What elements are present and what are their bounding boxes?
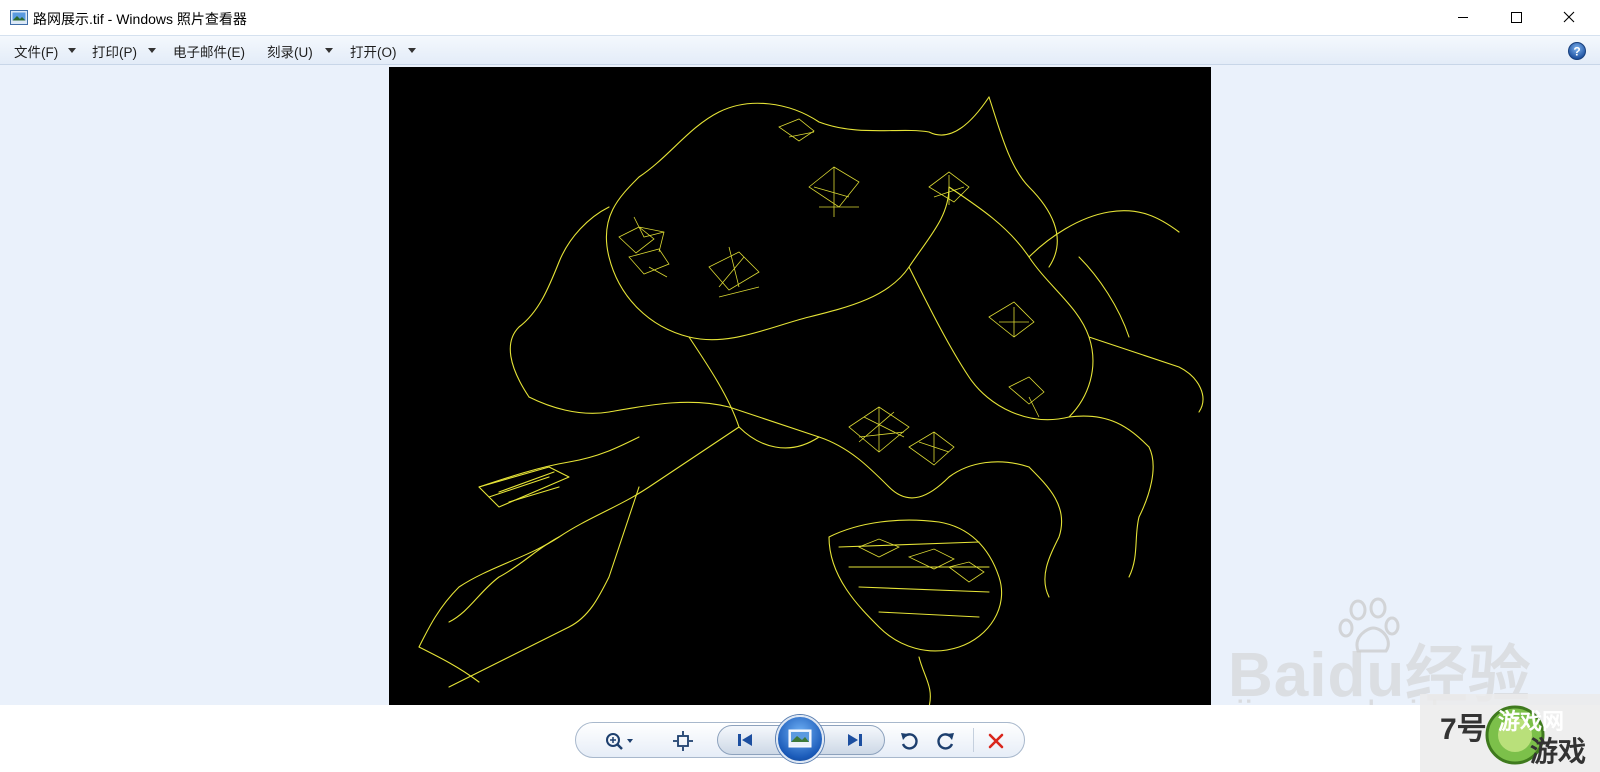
menu-burn-chevron-down-icon[interactable] — [325, 48, 333, 53]
minimize-icon — [1458, 17, 1468, 18]
previous-icon[interactable] — [735, 731, 755, 749]
rotate-counterclockwise-icon[interactable] — [898, 730, 920, 752]
toolbar-divider — [973, 728, 974, 752]
menu-burn[interactable]: 刻录(U) — [267, 41, 313, 61]
maximize-icon — [1511, 12, 1522, 23]
menu-print-chevron-down-icon[interactable] — [148, 48, 156, 53]
svg-text:?: ? — [1573, 45, 1580, 59]
title-bar: 路网展示.tif - Windows 照片查看器 — [0, 0, 1600, 35]
slideshow-button[interactable] — [776, 715, 824, 763]
menu-print[interactable]: 打印(P) — [92, 41, 137, 61]
menu-open[interactable]: 打开(O) — [350, 41, 397, 61]
menu-file[interactable]: 文件(F) — [14, 41, 58, 61]
window-title: 路网展示.tif - Windows 照片查看器 — [33, 11, 247, 27]
help-icon[interactable]: ? — [1568, 42, 1586, 60]
rotate-clockwise-icon[interactable] — [935, 730, 957, 752]
photo-viewer-app-icon — [10, 10, 28, 25]
zoom-icon[interactable] — [604, 731, 638, 751]
slideshow-icon — [788, 729, 812, 748]
menu-file-chevron-down-icon[interactable] — [68, 48, 76, 53]
displayed-image — [389, 67, 1211, 705]
menu-email[interactable]: 电子邮件(E) — [173, 41, 245, 61]
corner-logo-watermark: 7号 游戏网 游戏 — [1420, 694, 1600, 772]
close-button[interactable] — [1546, 0, 1592, 35]
next-icon[interactable] — [845, 731, 865, 749]
actual-size-icon[interactable] — [672, 730, 694, 752]
minimize-button[interactable] — [1440, 0, 1486, 35]
maximize-button[interactable] — [1493, 0, 1539, 35]
road-network-image — [418, 96, 1204, 705]
delete-icon[interactable] — [987, 732, 1005, 750]
menu-open-chevron-down-icon[interactable] — [408, 48, 416, 53]
close-icon — [1563, 11, 1575, 23]
